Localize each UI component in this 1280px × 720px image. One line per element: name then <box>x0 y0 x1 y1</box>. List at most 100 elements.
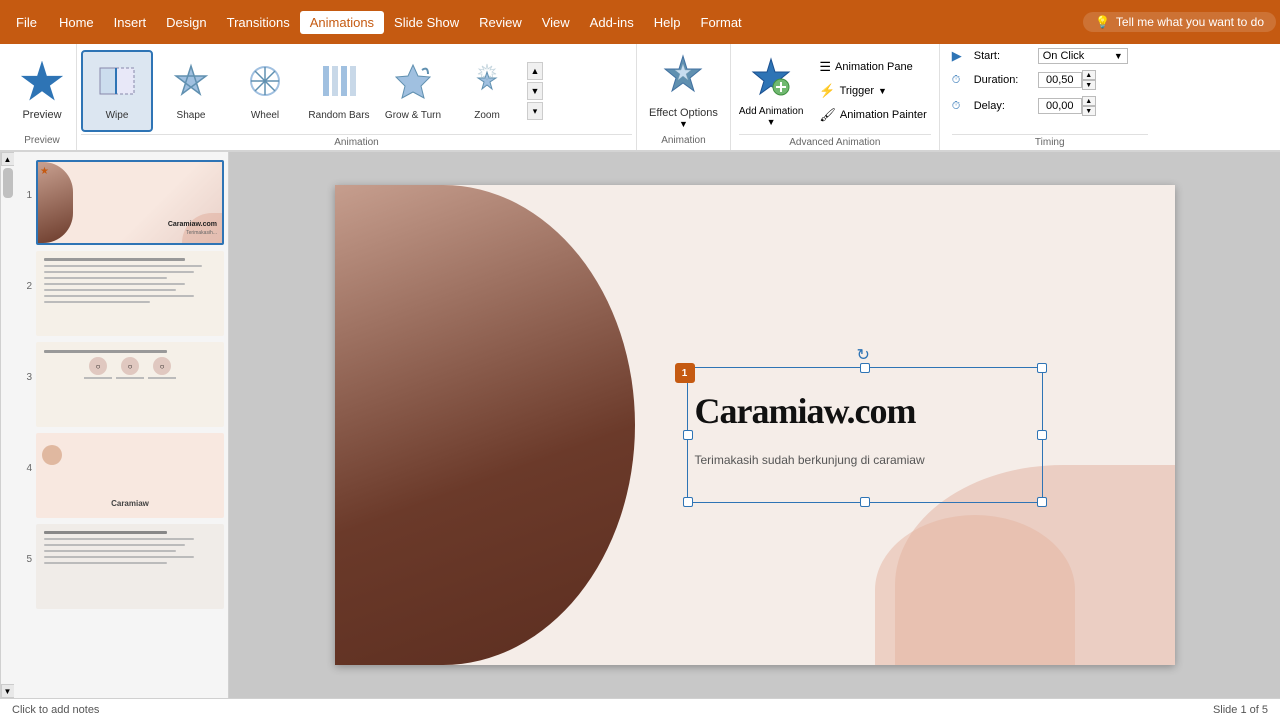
preview-section: Preview Preview <box>8 44 77 150</box>
trigger-icon: ⚡ <box>819 83 835 99</box>
delay-down[interactable]: ▼ <box>1082 106 1096 116</box>
slide-item-1[interactable]: 1 Caramiaw.com Terimakasih... ★ <box>18 160 224 245</box>
random-bars-icon <box>320 62 358 108</box>
thumb1-anim-star: ★ <box>40 166 49 177</box>
menu-animations[interactable]: Animations <box>300 11 384 34</box>
menu-addins[interactable]: Add-ins <box>580 11 644 34</box>
start-icon: ▶ <box>952 48 968 64</box>
menu-design[interactable]: Design <box>156 11 216 34</box>
slide-thumb-1[interactable]: Caramiaw.com Terimakasih... ★ <box>36 160 224 245</box>
handle-bot-left[interactable] <box>683 497 693 507</box>
delay-value[interactable]: 00,00 <box>1038 98 1082 114</box>
trigger-btn[interactable]: ⚡ Trigger ▼ <box>815 81 930 101</box>
menu-home[interactable]: Home <box>49 11 104 34</box>
slide-item-3[interactable]: 3 ○ ○ <box>18 342 224 427</box>
timing-start-row: ▶ Start: On Click ▼ <box>952 48 1148 64</box>
anim-wipe[interactable]: Wipe <box>81 50 153 132</box>
advanced-animation-section: Add Animation ▼ ☰ Animation Pane ⚡ Trigg… <box>731 44 940 150</box>
slide-item-4[interactable]: 4 Caramiaw <box>18 433 224 518</box>
handle-top-mid[interactable] <box>860 363 870 373</box>
slide-item-2[interactable]: 2 <box>18 251 224 336</box>
slide-list: 1 Caramiaw.com Terimakasih... ★ 2 <box>14 152 228 698</box>
menu-transitions[interactable]: Transitions <box>217 11 300 34</box>
file-menu-item[interactable]: File <box>4 11 49 34</box>
timing-delay-row: ⏱ Delay: 00,00 ▲ ▼ <box>952 96 1148 116</box>
menu-view[interactable]: View <box>532 11 580 34</box>
add-animation-label: Add Animation <box>739 106 804 117</box>
statusbar: Click to add notes Slide 1 of 5 <box>0 698 1280 720</box>
animation-painter-btn[interactable]: 🖌 Animation Painter <box>815 105 930 125</box>
add-animation-btn[interactable]: Add Animation ▼ <box>739 55 804 127</box>
wheel-icon <box>246 62 284 108</box>
slide-canvas[interactable]: ↻ 1 Caramiaw.com Terimakasih sudah <box>335 185 1175 665</box>
anim-random-bars[interactable]: Random Bars <box>303 50 375 132</box>
statusbar-right: Slide 1 of 5 <box>1213 704 1268 716</box>
slide-subtitle: Terimakasih sudah berkunjung di caramiaw <box>695 453 1035 467</box>
slide-number-1: 1 <box>18 160 32 201</box>
effect-options-section[interactable]: Effect Options ▼ Animation <box>637 44 731 150</box>
notes-area[interactable]: Click to add notes <box>12 704 1213 716</box>
anim-wheel[interactable]: Wheel <box>229 50 301 132</box>
timing-duration-row: ⏱ Duration: 00,50 ▲ ▼ <box>952 70 1148 90</box>
slide-number-3: 3 <box>18 342 32 383</box>
slide-item-5[interactable]: 5 <box>18 524 224 609</box>
slide-thumb-5[interactable] <box>36 524 224 609</box>
thumb2-content <box>38 253 222 308</box>
tell-me-label: Tell me what you want to do <box>1116 15 1264 29</box>
delay-input: 00,00 ▲ ▼ <box>1038 96 1096 116</box>
lightbulb-icon: 💡 <box>1095 15 1110 29</box>
menu-review[interactable]: Review <box>469 11 532 34</box>
anim-grow-turn[interactable]: Grow & Turn <box>377 50 449 132</box>
duration-up[interactable]: ▲ <box>1082 70 1096 80</box>
slide-number-5: 5 <box>18 524 32 565</box>
handle-bot-right[interactable] <box>1037 497 1047 507</box>
advanced-buttons: ☰ Animation Pane ⚡ Trigger ▼ 🖌 Animation… <box>815 57 930 125</box>
slide-thumb-4[interactable]: Caramiaw <box>36 433 224 518</box>
timing-content: ▶ Start: On Click ▼ ⏱ Duration: 00,50 ▲ … <box>952 48 1148 134</box>
trigger-chevron: ▼ <box>878 86 887 96</box>
advanced-section-label: Advanced Animation <box>739 134 931 150</box>
canvas-area: ↻ 1 Caramiaw.com Terimakasih sudah <box>229 152 1280 698</box>
scroll-up-btn[interactable]: ▲ <box>527 62 543 80</box>
delay-label: Delay: <box>974 100 1032 112</box>
slide-thumb-2[interactable] <box>36 251 224 336</box>
scroll-down-btn[interactable]: ▼ <box>527 82 543 100</box>
handle-top-right[interactable] <box>1037 363 1047 373</box>
panel-scroll-up[interactable]: ▲ <box>1 152 15 166</box>
tell-me-search[interactable]: 💡 Tell me what you want to do <box>1083 12 1276 32</box>
animation-pane-label: Animation Pane <box>835 61 913 73</box>
start-chevron: ▼ <box>1114 51 1123 61</box>
animation-pane-btn[interactable]: ☰ Animation Pane <box>815 57 930 77</box>
slide-thumb-3[interactable]: ○ ○ ○ <box>36 342 224 427</box>
delay-up[interactable]: ▲ <box>1082 96 1096 106</box>
start-select[interactable]: On Click ▼ <box>1038 48 1128 64</box>
main-area: ▲ ▼ 1 Caramiaw.com Terimakasih... ★ <box>0 152 1280 698</box>
anim-shape-label: Shape <box>177 110 206 121</box>
panel-scrollbar: ▲ ▼ <box>0 152 14 698</box>
anim-shape[interactable]: Shape <box>155 50 227 132</box>
slide-panel-wrapper: ▲ ▼ 1 Caramiaw.com Terimakasih... ★ <box>0 152 229 698</box>
duration-value[interactable]: 00,50 <box>1038 72 1082 88</box>
menu-insert[interactable]: Insert <box>104 11 157 34</box>
panel-scroll-thumb[interactable] <box>3 168 13 198</box>
handle-mid-left[interactable] <box>683 430 693 440</box>
effect-options-label: Effect Options <box>649 107 718 119</box>
handle-bot-mid[interactable] <box>860 497 870 507</box>
scroll-more-btn[interactable]: ▾ <box>527 102 543 120</box>
zoom-icon <box>468 62 506 108</box>
duration-down[interactable]: ▼ <box>1082 80 1096 90</box>
menu-slideshow[interactable]: Slide Show <box>384 11 469 34</box>
menu-help[interactable]: Help <box>644 11 691 34</box>
bg-shape-dark <box>335 185 635 665</box>
handle-mid-right[interactable] <box>1037 430 1047 440</box>
selected-text-box[interactable]: ↻ 1 Caramiaw.com Terimakasih sudah <box>695 375 1035 495</box>
panel-scroll-down[interactable]: ▼ <box>1 684 15 698</box>
animation-painter-label: Animation Painter <box>840 109 927 121</box>
menu-format[interactable]: Format <box>691 11 752 34</box>
duration-spinner: ▲ ▼ <box>1082 70 1096 90</box>
slide-number-4: 4 <box>18 433 32 474</box>
anim-zoom[interactable]: Zoom <box>451 50 523 132</box>
rotate-handle[interactable]: ↻ <box>857 345 873 361</box>
panel-scroll-track <box>1 166 14 684</box>
timing-section-label: Timing <box>952 134 1148 150</box>
